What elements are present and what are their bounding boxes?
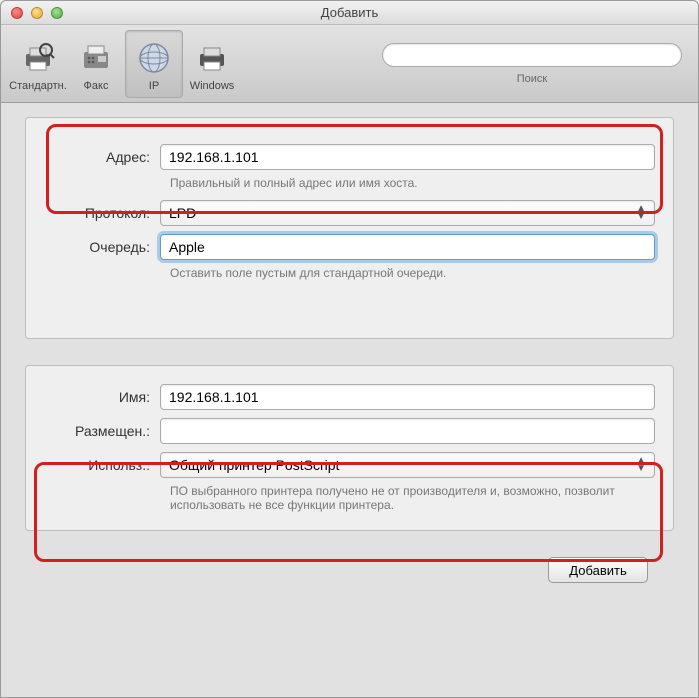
queue-label: Очередь: [44, 239, 160, 255]
content-area: Адрес: Правильный и полный адрес или имя… [1, 103, 698, 697]
use-hint: ПО выбранного принтера получено не от пр… [170, 484, 655, 512]
search-input[interactable] [382, 43, 682, 67]
use-select[interactable]: Общий принтер PostScript ▲▼ [160, 452, 655, 478]
printer-search-icon [20, 40, 56, 76]
protocol-label: Протокол: [44, 205, 160, 221]
window-title: Добавить [1, 5, 698, 20]
add-button[interactable]: Добавить [548, 557, 648, 583]
name-label: Имя: [44, 389, 160, 405]
naming-panel: Имя: Размещен.: Использ.: Общий принтер … [25, 365, 674, 531]
protocol-select[interactable]: LPD ▲▼ [160, 200, 655, 226]
search-label: Поиск [517, 73, 547, 85]
toolbar-item-ip[interactable]: IP [125, 30, 183, 98]
location-input[interactable] [160, 418, 655, 444]
address-hint: Правильный и полный адрес или имя хоста. [170, 176, 655, 190]
address-label: Адрес: [44, 149, 160, 165]
queue-input[interactable] [160, 234, 655, 260]
toolbar-item-windows[interactable]: Windows [183, 30, 241, 98]
titlebar: Добавить [1, 1, 698, 25]
footer: Добавить [25, 557, 674, 601]
chevron-updown-icon: ▲▼ [636, 457, 646, 473]
queue-hint: Оставить поле пустым для стандартной оче… [170, 266, 655, 280]
toolbar-item-default[interactable]: Стандартн. [9, 30, 67, 98]
toolbar: Стандартн. Факс [1, 25, 698, 103]
printer-icon [194, 40, 230, 76]
use-label: Использ.: [44, 457, 160, 473]
toolbar-item-fax[interactable]: Факс [67, 30, 125, 98]
connection-panel: Адрес: Правильный и полный адрес или имя… [25, 117, 674, 339]
address-input[interactable] [160, 144, 655, 170]
chevron-updown-icon: ▲▼ [636, 205, 646, 221]
name-input[interactable] [160, 384, 655, 410]
location-label: Размещен.: [44, 423, 160, 439]
globe-icon [136, 40, 172, 76]
add-printer-window: Добавить Стандартн. [0, 0, 699, 698]
fax-icon [78, 40, 114, 76]
